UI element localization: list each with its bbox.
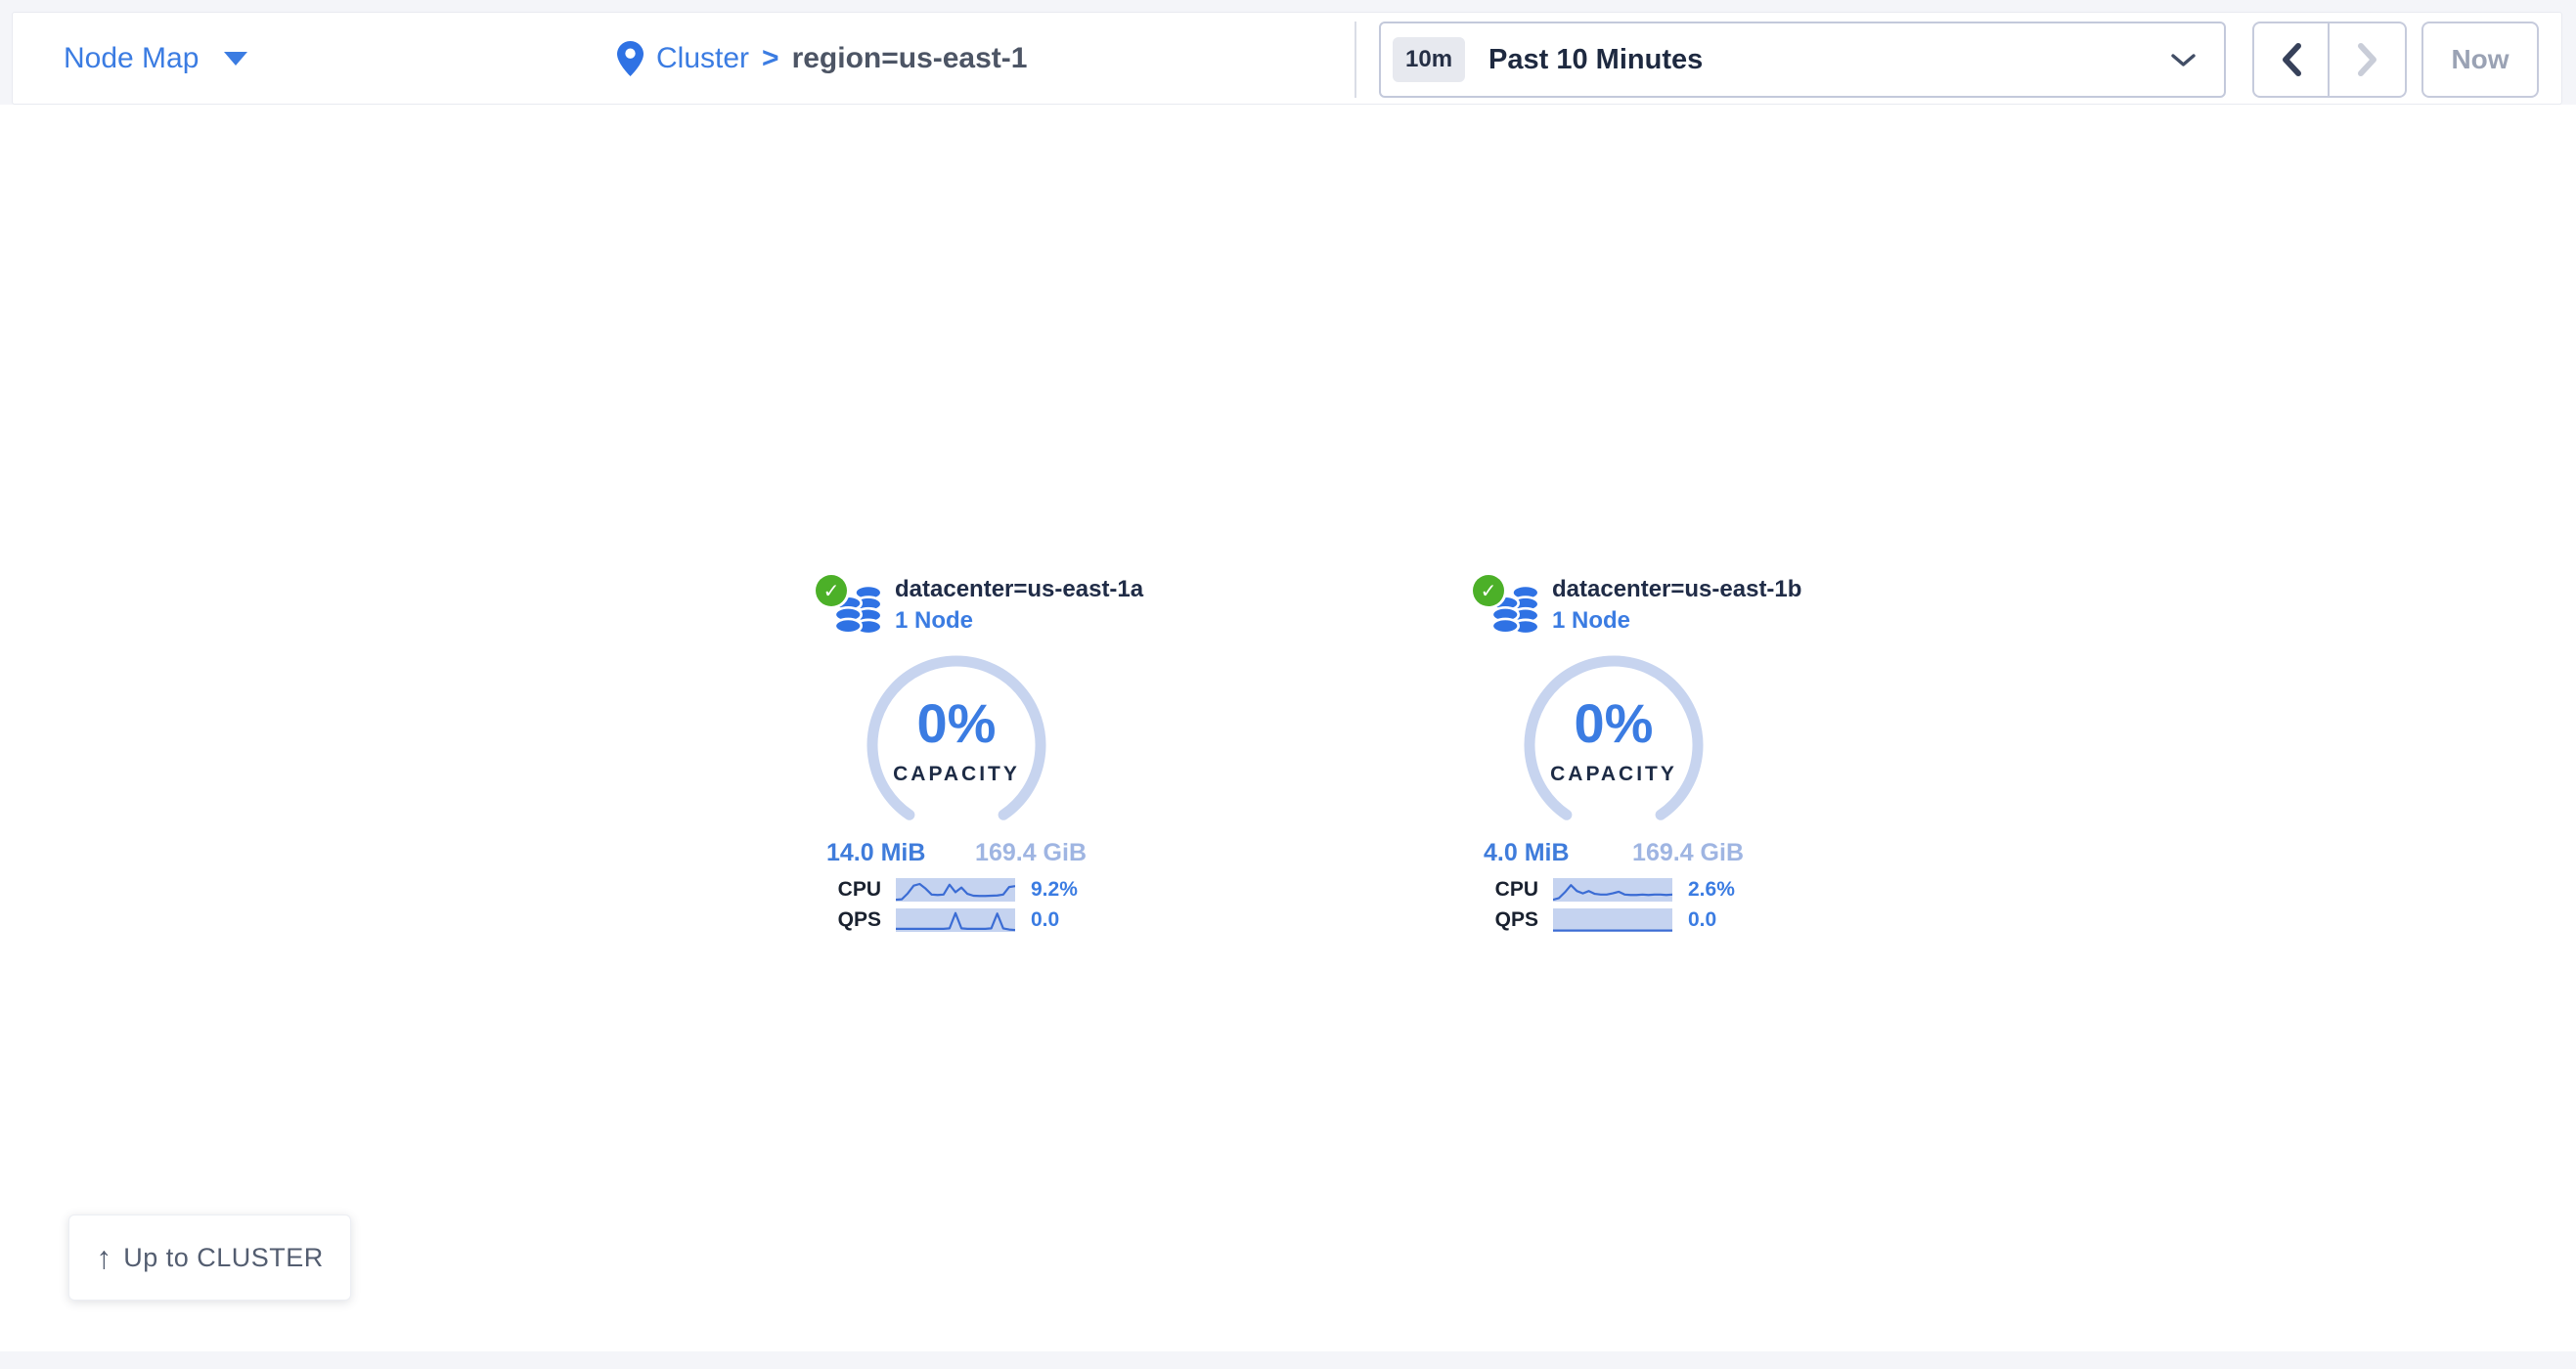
chevron-right-icon	[2356, 42, 2379, 77]
capacity-total: 169.4 GiB	[975, 839, 1087, 867]
healthy-check-icon: ✓	[816, 575, 847, 606]
cpu-sparkline	[896, 878, 1015, 902]
topbar: Node Map Cluster > region=us-east-1 10m …	[12, 12, 2562, 105]
capacity-values-row: 4.0 MiB 169.4 GiB	[1484, 839, 1744, 867]
time-range-dropdown[interactable]: 10m Past 10 Minutes	[1379, 22, 2226, 98]
caret-down-icon	[224, 52, 247, 66]
time-nav-group	[2252, 22, 2407, 98]
stats-rows: CPU 2.6% QPS 0.0	[1488, 876, 1740, 933]
time-range-label: Past 10 Minutes	[1488, 44, 1703, 76]
up-arrow-icon: ↑	[96, 1240, 111, 1276]
breadcrumb: Cluster > region=us-east-1	[617, 13, 1027, 104]
datacenter-header: ✓ datacenter=us-east-1a 1 Node	[810, 572, 1103, 642]
up-to-cluster-button[interactable]: ↑ Up to CLUSTER	[68, 1214, 351, 1301]
time-prev-button[interactable]	[2254, 23, 2330, 96]
chevron-left-icon	[2280, 42, 2303, 77]
capacity-total: 169.4 GiB	[1632, 839, 1744, 867]
qps-row: QPS 0.0	[830, 906, 1083, 933]
datacenter-title: datacenter=us-east-1a	[895, 573, 1103, 605]
capacity-label: CAPACITY	[859, 763, 1054, 786]
cpu-sparkline	[1553, 878, 1672, 902]
datacenter-header: ✓ datacenter=us-east-1b 1 Node	[1467, 572, 1760, 642]
location-pin-icon	[617, 41, 644, 76]
qps-sparkline	[1553, 908, 1672, 932]
breadcrumb-current: region=us-east-1	[792, 42, 1028, 75]
capacity-label: CAPACITY	[1516, 763, 1711, 786]
capacity-gauge: 0% CAPACITY	[859, 652, 1054, 836]
stats-rows: CPU 9.2% QPS 0.0	[830, 876, 1083, 933]
now-button[interactable]: Now	[2421, 22, 2539, 98]
cpu-row: CPU 2.6%	[1488, 876, 1740, 903]
capacity-gauge: 0% CAPACITY	[1516, 652, 1711, 836]
qps-label: QPS	[830, 908, 881, 932]
qps-row: QPS 0.0	[1488, 906, 1740, 933]
up-to-cluster-label: Up to CLUSTER	[123, 1243, 324, 1273]
time-next-button[interactable]	[2330, 23, 2405, 96]
cpu-label: CPU	[830, 878, 881, 902]
node-map-canvas	[0, 105, 2576, 1351]
breadcrumb-separator: >	[762, 42, 779, 75]
datacenter-node-count: 1 Node	[1552, 605, 1760, 636]
breadcrumb-cluster-link[interactable]: Cluster	[656, 42, 749, 75]
capacity-percentage: 0%	[1516, 691, 1711, 755]
topbar-divider	[1355, 22, 1356, 98]
qps-value: 0.0	[1688, 908, 1716, 932]
datacenter-node-count: 1 Node	[895, 605, 1103, 636]
datacenter-title: datacenter=us-east-1b	[1552, 573, 1760, 605]
view-selector-label: Node Map	[64, 42, 199, 75]
datacenter-card-us-east-1b[interactable]: ✓ datacenter=us-east-1b 1 Node 0	[1467, 572, 1760, 937]
time-range-badge: 10m	[1393, 37, 1465, 82]
qps-value: 0.0	[1031, 908, 1059, 932]
cpu-row: CPU 9.2%	[830, 876, 1083, 903]
cpu-label: CPU	[1488, 878, 1538, 902]
qps-label: QPS	[1488, 908, 1538, 932]
view-selector-dropdown[interactable]: Node Map	[64, 13, 247, 104]
cpu-value: 2.6%	[1688, 878, 1735, 902]
capacity-used: 4.0 MiB	[1484, 839, 1570, 867]
capacity-percentage: 0%	[859, 691, 1054, 755]
chevron-down-icon	[2170, 52, 2197, 68]
cpu-value: 9.2%	[1031, 878, 1078, 902]
healthy-check-icon: ✓	[1473, 575, 1504, 606]
capacity-values-row: 14.0 MiB 169.4 GiB	[826, 839, 1087, 867]
qps-sparkline	[896, 908, 1015, 932]
capacity-used: 14.0 MiB	[826, 839, 925, 867]
datacenter-card-us-east-1a[interactable]: ✓ datacenter=us-east-1a 1 Node 0	[810, 572, 1103, 937]
